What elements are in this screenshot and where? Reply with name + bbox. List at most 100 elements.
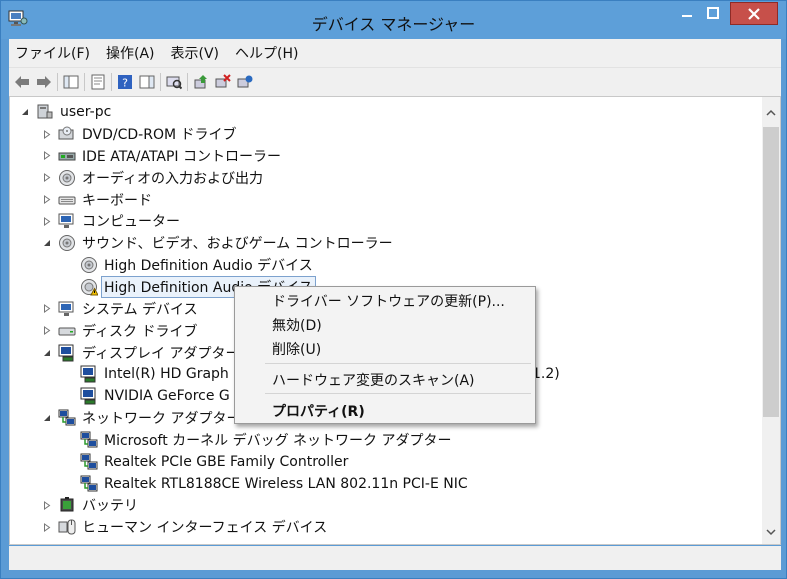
toolbar-separator <box>160 73 161 91</box>
tree-device-item[interactable]: NVIDIA GeForce G <box>80 385 230 407</box>
disk-drive-icon <box>58 322 76 340</box>
tree-category-item[interactable]: オーディオの入力および出力 <box>42 167 263 189</box>
scan-hardware-menu-item[interactable]: ハードウェア変更のスキャン(A) <box>272 370 475 390</box>
tree-item-label: コンピューター <box>82 214 180 231</box>
speaker-warning-icon <box>80 278 98 296</box>
toolbar-separator <box>187 73 188 91</box>
help-icon[interactable]: ? <box>116 73 134 91</box>
hid-icon <box>58 518 76 536</box>
display-adapter-icon <box>80 387 98 405</box>
tree-item-label: オーディオの入力および出力 <box>82 170 264 187</box>
tree-item-label: キーボード <box>82 192 152 209</box>
dvd-drive-icon <box>58 125 76 143</box>
properties-sheet-icon[interactable] <box>89 73 107 91</box>
tree-category-item[interactable]: ディスク ドライブ <box>42 320 197 342</box>
back-arrow-icon[interactable] <box>13 73 31 91</box>
tree-item-label: IDE ATA/ATAPI コントローラー <box>82 148 282 165</box>
tree-item-label: システム デバイス <box>82 301 198 318</box>
collapse-arrow-icon[interactable] <box>42 195 52 205</box>
tree-category-item[interactable]: キーボード <box>42 189 152 211</box>
tree-item-label: ディスプレイ アダプター <box>82 345 240 362</box>
update-driver-icon[interactable] <box>192 73 210 91</box>
speaker-icon <box>58 169 76 187</box>
tree-item-label: NVIDIA GeForce G <box>104 388 230 405</box>
computer-root-icon <box>36 103 54 121</box>
status-bar <box>9 546 781 570</box>
properties-menu-item[interactable]: プロパティ(R) <box>272 401 365 421</box>
tree-item-label: ディスク ドライブ <box>82 323 198 340</box>
toolbar-separator <box>111 73 112 91</box>
expand-arrow-icon[interactable] <box>20 108 30 116</box>
scrollbar-thumb[interactable] <box>763 127 779 417</box>
show-hide-tree-icon[interactable] <box>62 73 80 91</box>
tree-root-item[interactable]: user-pc <box>20 101 111 123</box>
tree-item-label: Realtek RTL8188CE Wireless LAN 802.11n P… <box>104 475 468 492</box>
speaker-icon <box>58 234 76 252</box>
tree-category-item[interactable]: システム デバイス <box>42 298 198 320</box>
menu-help[interactable]: ヘルプ(H) <box>235 43 298 63</box>
action-pane-icon[interactable] <box>138 73 156 91</box>
scan-hardware-icon[interactable] <box>165 73 183 91</box>
vertical-scrollbar[interactable] <box>762 97 780 544</box>
tree-item-label-suffix: 1.2) <box>532 366 560 383</box>
computer-icon <box>58 212 76 230</box>
menu-view[interactable]: 表示(V) <box>171 43 220 63</box>
enable-device-icon[interactable] <box>236 73 254 91</box>
uninstall-device-icon[interactable] <box>214 73 232 91</box>
network-adapter-icon <box>80 431 98 449</box>
forward-arrow-icon[interactable] <box>35 73 53 91</box>
svg-text:?: ? <box>122 77 128 90</box>
collapse-arrow-icon[interactable] <box>42 173 52 183</box>
expand-arrow-icon[interactable] <box>42 414 52 422</box>
tree-device-item[interactable]: Realtek RTL8188CE Wireless LAN 802.11n P… <box>80 473 468 495</box>
tree-item-label: user-pc <box>60 104 112 120</box>
tree-item-label: Realtek PCIe GBE Family Controller <box>104 453 349 470</box>
network-adapter-icon <box>80 453 98 471</box>
menu-separator <box>265 393 531 394</box>
tree-category-item[interactable]: サウンド、ビデオ、およびゲーム コントローラー <box>42 232 393 254</box>
tree-device-item[interactable]: Intel(R) HD Graph 1.2) <box>80 363 560 385</box>
tree-category-item[interactable]: ディスプレイ アダプター <box>42 342 239 364</box>
tree-item-label: サウンド、ビデオ、およびゲーム コントローラー <box>82 236 393 253</box>
uninstall-menu-item[interactable]: 削除(U) <box>272 339 321 359</box>
minimize-button[interactable] <box>674 2 700 23</box>
ide-controller-icon <box>58 147 76 165</box>
tree-device-item[interactable]: High Definition Audio デバイス <box>80 254 313 276</box>
tree-item-label: ヒューマン インターフェイス デバイス <box>82 520 328 537</box>
battery-icon <box>58 496 76 514</box>
tree-category-item[interactable]: ネットワーク アダプター <box>42 407 240 429</box>
tree-category-item[interactable]: DVD/CD-ROM ドライブ <box>42 123 237 145</box>
tree-item-label: DVD/CD-ROM ドライブ <box>82 127 237 143</box>
menu-action[interactable]: 操作(A) <box>106 43 155 63</box>
window-title: デバイス マネージャー <box>311 15 476 34</box>
keyboard-icon <box>58 191 76 209</box>
update-driver-menu-item[interactable]: ドライバー ソフトウェアの更新(P)... <box>272 291 505 311</box>
tree-category-item[interactable]: コンピューター <box>42 210 180 232</box>
collapse-arrow-icon[interactable] <box>42 216 52 226</box>
menu-file[interactable]: ファイル(F) <box>15 43 90 63</box>
tree-item-label: Microsoft カーネル デバッグ ネットワーク アダプター <box>104 432 452 449</box>
scroll-up-icon[interactable] <box>766 101 776 120</box>
title-bar[interactable]: デバイス マネージャー <box>1 1 786 39</box>
expand-arrow-icon[interactable] <box>42 349 52 357</box>
scroll-down-icon[interactable] <box>766 521 776 540</box>
collapse-arrow-icon[interactable] <box>42 500 52 510</box>
collapse-arrow-icon[interactable] <box>42 151 52 161</box>
close-button[interactable] <box>730 2 778 25</box>
disable-menu-item[interactable]: 無効(D) <box>272 315 322 335</box>
tree-category-item[interactable]: ヒューマン インターフェイス デバイス <box>42 516 327 538</box>
tree-category-item[interactable]: IDE ATA/ATAPI コントローラー <box>42 145 281 167</box>
collapse-arrow-icon[interactable] <box>42 326 52 336</box>
tree-category-item[interactable]: バッテリ <box>42 494 138 516</box>
collapse-arrow-icon[interactable] <box>42 304 52 314</box>
toolbar: ? <box>9 67 781 96</box>
maximize-button[interactable] <box>700 2 726 23</box>
context-menu: ドライバー ソフトウェアの更新(P)... 無効(D) 削除(U) ハードウェア… <box>234 286 536 424</box>
tree-device-item[interactable]: Microsoft カーネル デバッグ ネットワーク アダプター <box>80 429 452 451</box>
collapse-arrow-icon[interactable] <box>42 522 52 532</box>
tree-item-label: バッテリ <box>82 498 138 515</box>
expand-arrow-icon[interactable] <box>42 239 52 247</box>
tree-device-item[interactable]: Realtek PCIe GBE Family Controller <box>80 451 348 473</box>
collapse-arrow-icon[interactable] <box>42 129 52 139</box>
toolbar-separator <box>57 73 58 91</box>
